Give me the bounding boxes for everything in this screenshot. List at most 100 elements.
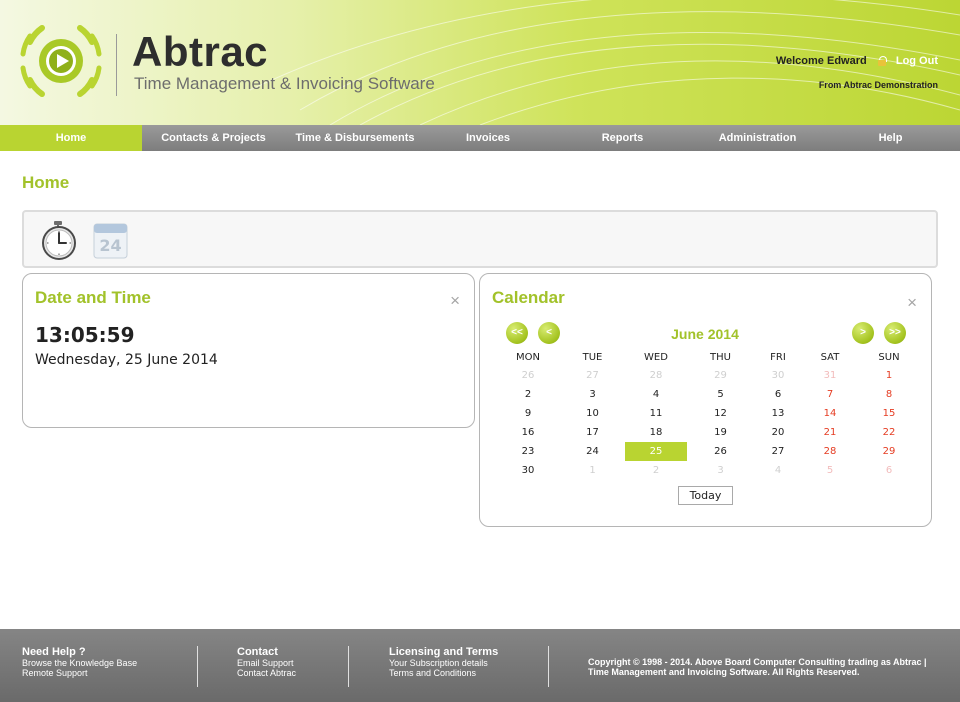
knowledge-base-link[interactable]: Browse the Knowledge Base — [22, 658, 137, 668]
calendar-week-row: 23 24 25 26 27 28 29 — [496, 442, 920, 461]
calendar-day[interactable]: 28 — [802, 442, 858, 461]
prev-month-button[interactable]: < — [538, 322, 560, 344]
calendar-day[interactable]: 26 — [496, 366, 560, 385]
email-support-link[interactable]: Email Support — [237, 658, 296, 668]
calendar-day[interactable]: 6 — [858, 461, 920, 480]
calendar-day[interactable]: 5 — [687, 385, 754, 404]
stopwatch-icon[interactable] — [38, 220, 78, 260]
calendar-day[interactable]: 6 — [754, 385, 802, 404]
calendar-day[interactable]: 3 — [560, 385, 625, 404]
calendar-day[interactable]: 29 — [687, 366, 754, 385]
calendar-close-icon[interactable]: × — [907, 294, 917, 312]
date-time-close-icon[interactable]: × — [450, 292, 460, 310]
calendar-day[interactable]: 13 — [754, 404, 802, 423]
calendar-day[interactable]: 16 — [496, 423, 560, 442]
contact-abtrac-link[interactable]: Contact Abtrac — [237, 668, 296, 678]
welcome-text: Welcome Edward — [775, 55, 867, 67]
weekday-label: FRI — [770, 351, 786, 363]
subscription-details-link[interactable]: Your Subscription details — [389, 658, 498, 668]
calendar-grid: MON TUE WED THU FRI SAT SUN 26 27 28 29 … — [496, 348, 920, 480]
next-year-button[interactable]: >> — [884, 322, 906, 344]
calendar-week-row: 16 17 18 19 20 21 22 — [496, 423, 920, 442]
page-title: Home — [22, 173, 70, 192]
next-month-button[interactable]: > — [852, 322, 874, 344]
calendar-day[interactable]: 27 — [560, 366, 625, 385]
calendar-day[interactable]: 2 — [496, 385, 560, 404]
footer: Need Help ? Browse the Knowledge Base Re… — [0, 629, 960, 702]
calendar-day[interactable]: 3 — [687, 461, 754, 480]
calendar-day[interactable]: 4 — [754, 461, 802, 480]
weekday-label: TUE — [582, 351, 603, 363]
nav-item-contacts-projects[interactable]: Contacts & Projects — [142, 125, 285, 151]
calendar-day[interactable]: 24 — [560, 442, 625, 461]
calendar-day[interactable]: 17 — [560, 423, 625, 442]
calendar-week-row: 30 1 2 3 4 5 6 — [496, 461, 920, 480]
calendar-day[interactable]: 2 — [625, 461, 687, 480]
calendar-day[interactable]: 28 — [625, 366, 687, 385]
calendar-day[interactable]: 11 — [625, 404, 687, 423]
calendar-day[interactable]: 14 — [802, 404, 858, 423]
nav-item-administration[interactable]: Administration — [694, 125, 821, 151]
calendar-day[interactable]: 30 — [754, 366, 802, 385]
nav-item-invoices[interactable]: Invoices — [425, 125, 551, 151]
terms-conditions-link[interactable]: Terms and Conditions — [389, 668, 498, 678]
organisation-name: From Abtrac Demonstration — [818, 80, 938, 90]
calendar-day[interactable]: 31 — [802, 366, 858, 385]
clock-time: 13:05:59 — [35, 323, 135, 347]
footer-contact-heading: Contact — [237, 646, 278, 658]
calendar-day[interactable]: 21 — [802, 423, 858, 442]
welcome-bar: Welcome Edward Log Out — [776, 55, 938, 67]
calendar-day[interactable]: 15 — [858, 404, 920, 423]
footer-help-heading: Need Help ? — [22, 646, 86, 658]
calendar-day[interactable]: 20 — [754, 423, 802, 442]
calendar-day[interactable]: 4 — [625, 385, 687, 404]
weekday-label: WED — [644, 351, 668, 363]
logout-link[interactable]: Log Out — [896, 55, 938, 67]
brand-name: Abtrac — [132, 28, 269, 75]
date-time-panel: Date and Time × 13:05:59 Wednesday, 25 J… — [22, 273, 475, 428]
calendar-day[interactable]: 27 — [754, 442, 802, 461]
date-time-title: Date and Time — [35, 288, 151, 307]
calendar-day[interactable]: 23 — [496, 442, 560, 461]
calendar-day[interactable]: 18 — [625, 423, 687, 442]
abtrac-logo-icon — [20, 20, 102, 102]
weekday-label: SAT — [820, 351, 840, 363]
brand-tagline: Time Management & Invoicing Software — [134, 74, 435, 93]
calendar-day[interactable]: 29 — [858, 442, 920, 461]
nav-item-reports[interactable]: Reports — [551, 125, 694, 151]
calendar-day[interactable]: 9 — [496, 404, 560, 423]
calendar-day-selected[interactable]: 25 — [625, 442, 687, 461]
footer-licensing-heading: Licensing and Terms — [389, 646, 499, 658]
calendar-icon-day: 24 — [99, 236, 121, 255]
calendar-icon[interactable]: 24 — [90, 220, 130, 260]
weekday-header-row: MON TUE WED THU FRI SAT SUN — [496, 348, 920, 366]
calendar-week-row: 2 3 4 5 6 7 8 — [496, 385, 920, 404]
footer-help-column: Need Help ? Browse the Knowledge Base Re… — [22, 646, 137, 678]
header: Abtrac Time Management & Invoicing Softw… — [0, 0, 960, 125]
calendar-day[interactable]: 10 — [560, 404, 625, 423]
prev-year-button[interactable]: << — [506, 322, 528, 344]
footer-licensing-column: Licensing and Terms Your Subscription de… — [389, 646, 498, 678]
footer-contact-column: Contact Email Support Contact Abtrac — [237, 646, 296, 678]
main-nav: Home Contacts & Projects Time & Disburse… — [0, 125, 960, 151]
nav-item-home[interactable]: Home — [0, 125, 142, 151]
calendar-day[interactable]: 5 — [802, 461, 858, 480]
calendar-day[interactable]: 12 — [687, 404, 754, 423]
footer-divider — [348, 646, 349, 687]
calendar-day[interactable]: 1 — [858, 366, 920, 385]
today-button[interactable]: Today — [678, 486, 733, 505]
nav-item-time-disbursements[interactable]: Time & Disbursements — [285, 125, 425, 151]
calendar-day[interactable]: 8 — [858, 385, 920, 404]
lock-icon — [877, 56, 887, 66]
remote-support-link[interactable]: Remote Support — [22, 668, 137, 678]
calendar-day[interactable]: 22 — [858, 423, 920, 442]
calendar-day[interactable]: 7 — [802, 385, 858, 404]
calendar-day[interactable]: 1 — [560, 461, 625, 480]
calendar-day[interactable]: 19 — [687, 423, 754, 442]
calendar-day[interactable]: 30 — [496, 461, 560, 480]
footer-divider — [548, 646, 549, 687]
copyright-text: Copyright © 1998 - 2014. Above Board Com… — [588, 657, 927, 677]
calendar-week-row: 26 27 28 29 30 31 1 — [496, 366, 920, 385]
nav-item-help[interactable]: Help — [821, 125, 960, 151]
calendar-day[interactable]: 26 — [687, 442, 754, 461]
